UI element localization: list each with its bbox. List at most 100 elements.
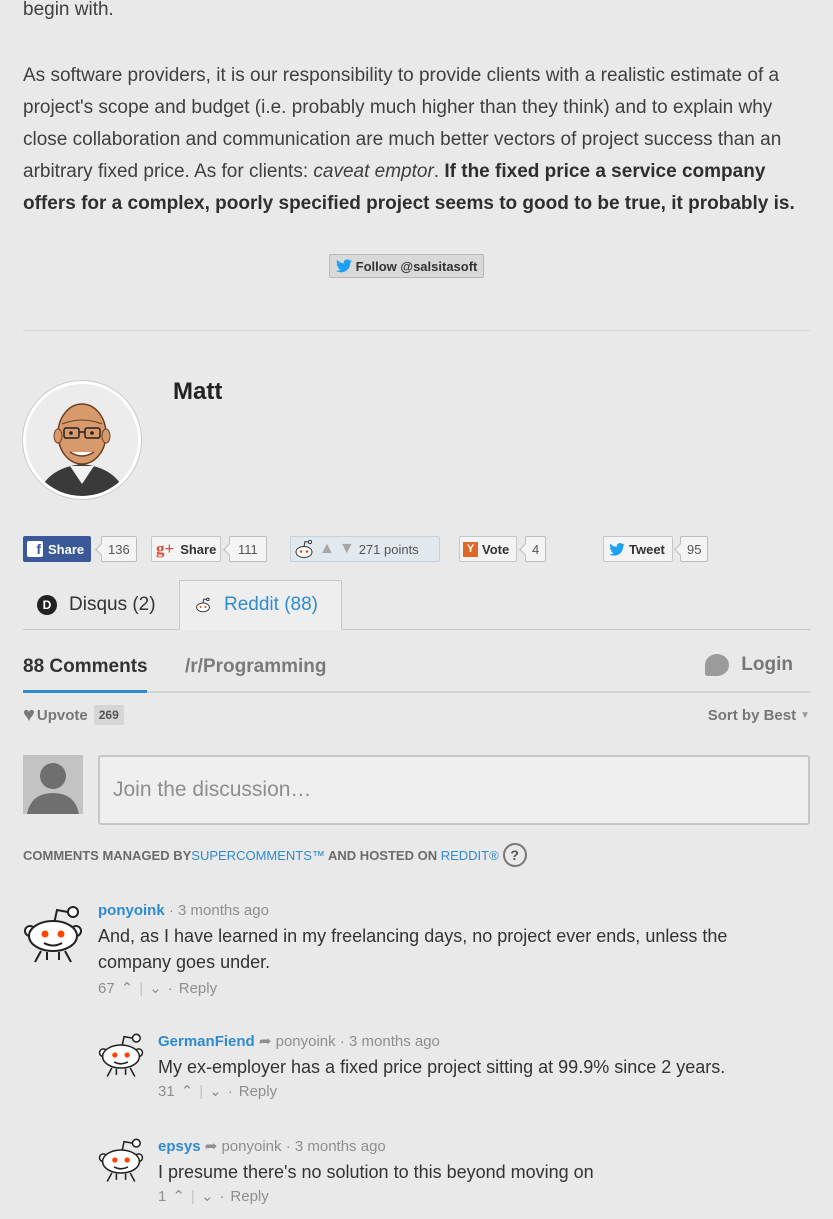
comment-text: My ex-employer has a fixed price project… (158, 1057, 726, 1077)
downvote-arrow-icon[interactable]: ▼ (339, 540, 355, 558)
tweet-count: 95 (680, 536, 709, 562)
tweet-label: Tweet (629, 541, 665, 557)
active-tab-underline (23, 690, 147, 693)
author-name: Matt (173, 378, 223, 405)
comments-header-bar: 88 Comments /r/Programming Login (23, 650, 810, 693)
twitter-follow-button[interactable]: Follow @salsitasoft (329, 254, 484, 278)
divider: | (139, 979, 144, 997)
comment-author[interactable]: epsys (158, 1138, 201, 1155)
comment-parent[interactable]: ponyoink (221, 1138, 281, 1155)
tab-disqus[interactable]: D Disqus (2) (23, 580, 179, 630)
comment-meta: ponyoink · 3 months ago (98, 902, 798, 919)
comment-actions: 67 ⌃ | ⌄ · Reply (98, 979, 798, 998)
reply-arrow-icon: ➦ (258, 1033, 272, 1050)
comments-count-tab[interactable]: 88 Comments (23, 656, 148, 678)
upvote-chevron-icon[interactable]: ⌃ (181, 1082, 194, 1100)
comment-text: I presume there's no solution to this be… (158, 1162, 594, 1182)
hacker-news-icon: Y (463, 541, 478, 557)
comment-author[interactable]: GermanFiend (158, 1033, 255, 1050)
hn-vote-label: Vote (482, 541, 510, 557)
comment-text: And, as I have learned in my freelancing… (98, 926, 728, 972)
share-bar: f Share 136 g+ Share 111 ▲ ▼ 271 points … (23, 536, 823, 562)
reddit-vote-widget[interactable]: ▲ ▼ 271 points (290, 536, 440, 562)
user-avatar (23, 755, 83, 814)
comment-score: 1 (158, 1187, 167, 1205)
upvote-chevron-icon[interactable]: ⌃ (121, 979, 134, 997)
comment-score: 31 (158, 1082, 175, 1100)
meta-separator: · (167, 979, 173, 997)
reddit-link[interactable]: REDDIT® (441, 848, 499, 863)
upvote-button[interactable]: ♥ Upvote 269 (23, 705, 124, 725)
twitter-bird-icon (335, 259, 352, 273)
google-plus-icon: g+ (156, 539, 175, 558)
tab-reddit[interactable]: Reddit (88) (179, 580, 342, 630)
divider: | (190, 1187, 195, 1205)
login-button[interactable]: Login (705, 654, 793, 676)
facebook-share-count: 136 (101, 536, 137, 562)
discussion-input[interactable] (98, 755, 810, 825)
comment-author[interactable]: ponyoink (98, 902, 165, 919)
help-icon[interactable]: ? (502, 843, 527, 867)
tweet-button[interactable]: Tweet (603, 536, 673, 562)
hn-vote-count: 4 (525, 536, 547, 562)
reply-button[interactable]: Reply (230, 1188, 268, 1205)
follow-label: Follow @salsitasoft (355, 258, 478, 274)
reply-arrow-icon: ➦ (204, 1138, 218, 1155)
divider: | (199, 1082, 204, 1100)
meta-separator: · (339, 1033, 345, 1050)
downvote-chevron-icon[interactable]: ⌄ (149, 979, 162, 997)
paragraph-dot: . (433, 161, 445, 182)
comment-actions: 31 ⌃ | ⌄ · Reply (158, 1082, 808, 1101)
upvote-arrow-icon[interactable]: ▲ (319, 540, 335, 558)
heart-icon: ♥ (23, 704, 35, 726)
reply-button[interactable]: Reply (239, 1083, 277, 1100)
upvote-count: 269 (93, 705, 124, 725)
comment-time[interactable]: 3 months ago (295, 1138, 386, 1155)
meta-separator: · (227, 1082, 233, 1100)
comment-time[interactable]: 3 months ago (349, 1033, 440, 1050)
sort-label: Sort by Best (707, 707, 797, 724)
twitter-bird-icon (609, 542, 625, 556)
reply-button[interactable]: Reply (179, 980, 217, 997)
disqus-icon: D (37, 595, 57, 615)
comment-meta: GermanFiend ➦ ponyoink · 3 months ago (158, 1032, 808, 1050)
chevron-down-icon: ▼ (800, 710, 810, 721)
reddit-points: 271 points (358, 541, 419, 557)
google-share-label: Share (180, 541, 217, 557)
upvote-chevron-icon[interactable]: ⌃ (172, 1187, 185, 1205)
facebook-share-button[interactable]: f Share (23, 536, 91, 562)
reddit-alien-avatar-icon (98, 1033, 144, 1077)
managed-text-1: COMMENTS MANAGED BY (23, 847, 192, 863)
facebook-share-label: Share (48, 541, 85, 557)
facebook-icon: f (27, 541, 43, 557)
upvote-sort-row: ♥ Upvote 269 Sort by Best ▼ (23, 705, 810, 729)
google-share-button[interactable]: g+ Share (151, 536, 221, 562)
reddit-alien-icon (295, 539, 313, 558)
article-paragraph: As software providers, it is our respons… (23, 60, 813, 220)
author-avatar (23, 381, 141, 499)
meta-separator: · (285, 1138, 291, 1155)
article-paragraph-fragment: begin with. (23, 0, 114, 20)
tab-disqus-label: Disqus (2) (69, 594, 156, 615)
comment-provider-tabs: D Disqus (2) Reddit (88) (23, 580, 810, 630)
reddit-alien-avatar-icon (24, 906, 82, 963)
comment-meta: epsys ➦ ponyoink · 3 months ago (158, 1137, 808, 1155)
sort-dropdown[interactable]: Sort by Best ▼ (708, 707, 810, 724)
tab-reddit-label: Reddit (88) (224, 594, 318, 615)
downvote-chevron-icon[interactable]: ⌄ (201, 1187, 214, 1205)
comment-time[interactable]: 3 months ago (178, 902, 269, 919)
supercomments-link[interactable]: SUPERCOMMENTS™ (191, 848, 325, 863)
comment-actions: 1 ⌃ | ⌄ · Reply (158, 1187, 808, 1206)
downvote-chevron-icon[interactable]: ⌄ (209, 1082, 222, 1100)
chat-bubble-icon (705, 654, 730, 676)
subreddit-link[interactable]: /r/Programming (185, 656, 326, 678)
managed-text-2: AND HOSTED ON (324, 847, 441, 863)
meta-separator: · (168, 902, 174, 919)
login-label: Login (741, 654, 793, 675)
comment-score: 67 (98, 979, 115, 997)
comment-parent[interactable]: ponyoink (276, 1033, 336, 1050)
paragraph-italic: caveat emptor (313, 161, 434, 182)
google-share-count: 111 (229, 536, 267, 562)
meta-separator: · (219, 1187, 225, 1205)
hn-vote-button[interactable]: Y Vote (459, 536, 517, 562)
